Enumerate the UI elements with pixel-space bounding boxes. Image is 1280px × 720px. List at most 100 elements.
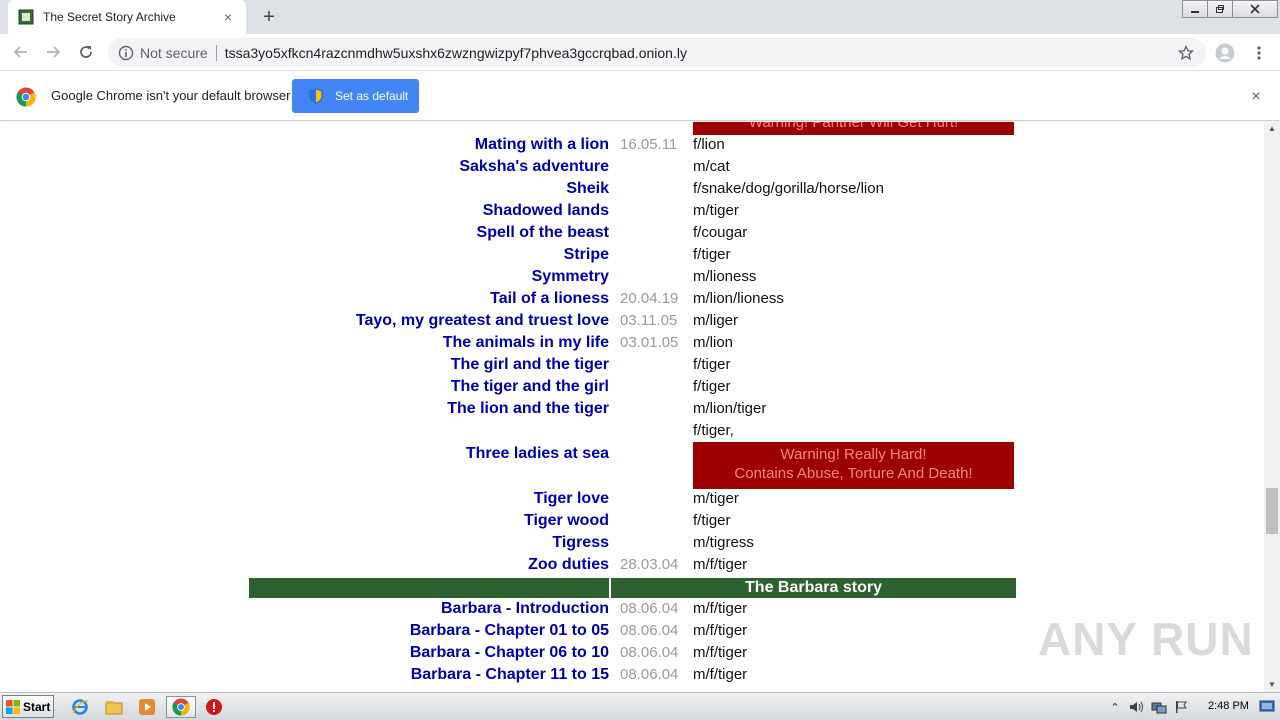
- media-player-icon[interactable]: [135, 696, 159, 718]
- story-link[interactable]: Stripe: [564, 246, 609, 264]
- table-row: Symmetry m/lioness: [0, 266, 1264, 288]
- story-link[interactable]: Sheik: [566, 180, 609, 198]
- scroll-down-icon[interactable]: ▼: [1264, 678, 1280, 692]
- story-link[interactable]: Shadowed lands: [483, 202, 609, 220]
- volume-icon[interactable]: [1128, 698, 1146, 716]
- table-row: Tail of a lioness 20.04.19 m/lion/liones…: [0, 288, 1264, 310]
- taskbar-clock[interactable]: 2:48 PM: [1208, 700, 1249, 712]
- story-link[interactable]: The girl and the tiger: [451, 356, 609, 374]
- story-link[interactable]: Barbara - Chapter 11 to 15: [411, 666, 609, 684]
- tab-strip: The Secret Story Archive × +: [0, 0, 1280, 34]
- story-link[interactable]: Spell of the beast: [477, 224, 609, 242]
- address-separator: [215, 44, 217, 61]
- back-button[interactable]: [9, 40, 33, 64]
- internet-explorer-icon[interactable]: [68, 696, 92, 718]
- story-link[interactable]: Barbara - Chapter 01 to 05: [410, 622, 609, 640]
- scroll-thumb[interactable]: [1266, 488, 1278, 534]
- bookmark-star-icon[interactable]: [1176, 43, 1196, 63]
- table-row: Three ladies at sea: [0, 443, 1264, 465]
- reload-button[interactable]: [74, 40, 98, 64]
- warning-line: Warning! Really Hard!: [780, 446, 927, 463]
- vertical-scrollbar[interactable]: ▲ ▼: [1264, 122, 1280, 692]
- set-as-default-label: Set as default: [335, 89, 409, 103]
- chrome-taskbar-icon[interactable]: [166, 696, 196, 718]
- story-link[interactable]: Tiger love: [534, 490, 609, 508]
- network-icon[interactable]: [1150, 698, 1168, 716]
- infobar-close-icon[interactable]: ×: [1246, 87, 1266, 107]
- address-bar[interactable]: Not secure tssa3yo5xfkcn4razcnmdhw5uxshx…: [108, 38, 1206, 67]
- table-row: f/tiger,: [0, 420, 1264, 442]
- forward-arrow-icon: [47, 46, 61, 58]
- start-label: Start: [23, 699, 51, 714]
- table-row: Tiger wood f/tiger: [0, 510, 1264, 532]
- table-row: The lion and the tiger m/lion/tiger: [0, 398, 1264, 420]
- story-date: 20.04.19: [620, 290, 679, 307]
- story-link[interactable]: Barbara - Introduction: [441, 600, 609, 618]
- story-link[interactable]: Tail of a lioness: [490, 290, 609, 308]
- minimize-button[interactable]: [1182, 0, 1208, 18]
- forward-button[interactable]: [41, 40, 65, 64]
- start-button[interactable]: Start: [2, 695, 54, 718]
- tray-expand-icon[interactable]: ⌃: [1106, 698, 1124, 716]
- story-date: 08.06.04: [620, 622, 679, 639]
- action-center-flag-icon[interactable]: [1172, 698, 1190, 716]
- restore-icon: [1216, 5, 1224, 13]
- story-category: m/lioness: [693, 268, 757, 285]
- scroll-up-icon[interactable]: ▲: [1264, 122, 1280, 136]
- story-category: m/f/tiger: [693, 644, 748, 661]
- story-link[interactable]: The animals in my life: [443, 334, 609, 352]
- window-controls: [1182, 0, 1278, 18]
- story-link[interactable]: Zoo duties: [528, 556, 609, 574]
- story-date: 08.06.04: [620, 644, 679, 661]
- anyrun-watermark: ANY RUN: [1038, 613, 1254, 665]
- story-link[interactable]: The tiger and the girl: [451, 378, 609, 396]
- story-category: m/f/tiger: [693, 600, 748, 617]
- browser-tab[interactable]: The Secret Story Archive ×: [8, 0, 246, 34]
- story-link[interactable]: Tigress: [552, 534, 609, 552]
- table-row: Tayo, my greatest and truest love 03.11.…: [0, 310, 1264, 332]
- stop-sign-icon[interactable]: [202, 696, 226, 718]
- table-row: Barbara - Chapter 11 to 15 08.06.04 m/f/…: [0, 664, 1264, 686]
- chrome-logo-icon: [16, 87, 36, 107]
- minimize-icon: [1191, 11, 1199, 13]
- profile-avatar-icon[interactable]: [1214, 42, 1236, 64]
- story-link[interactable]: Tiger wood: [524, 512, 609, 530]
- section-header-left: [249, 578, 609, 598]
- story-link[interactable]: Saksha's adventure: [459, 158, 609, 176]
- file-explorer-icon[interactable]: [102, 696, 126, 718]
- story-date: 08.06.04: [620, 666, 679, 683]
- table-row: Zoo duties 28.03.04 m/f/tiger: [0, 554, 1264, 576]
- table-row: Tigress m/tigress: [0, 532, 1264, 554]
- menu-kebab-icon[interactable]: [1248, 42, 1270, 64]
- table-row: Tiger love m/tiger: [0, 488, 1264, 510]
- info-icon[interactable]: [118, 45, 134, 61]
- warning-line: Contains Abuse, Torture And Death!: [734, 465, 973, 482]
- set-as-default-button[interactable]: Set as default: [292, 79, 419, 113]
- warning-banner: Warning! Really Hard! Contains Abuse, To…: [693, 442, 1014, 489]
- browser-toolbar: Not secure tssa3yo5xfkcn4razcnmdhw5uxshx…: [0, 34, 1280, 71]
- story-link[interactable]: The lion and the tiger: [447, 400, 609, 418]
- table-row: Shadowed lands m/tiger: [0, 200, 1264, 222]
- story-link[interactable]: Tayo, my greatest and truest love: [356, 312, 609, 330]
- reload-icon: [80, 46, 92, 58]
- default-browser-infobar: Google Chrome isn't your default browser…: [0, 72, 1280, 121]
- security-label: Not secure: [140, 44, 208, 61]
- windows-taskbar: Start ⌃ 2:48 PM: [0, 692, 1280, 720]
- story-link[interactable]: Three ladies at sea: [466, 445, 609, 463]
- page-content: Warning! Panther Will Get Hurt! Mating w…: [0, 122, 1264, 692]
- show-desktop-icon[interactable]: [1258, 697, 1276, 715]
- close-window-button[interactable]: [1232, 0, 1278, 18]
- story-category: f/cougar: [693, 224, 748, 241]
- story-category: f/snake/dog/gorilla/horse/lion: [693, 180, 884, 197]
- story-date: 28.03.04: [620, 556, 679, 573]
- section-title: The Barbara story: [611, 578, 1016, 598]
- story-link[interactable]: Mating with a lion: [475, 136, 609, 154]
- new-tab-button[interactable]: +: [258, 6, 280, 28]
- story-link[interactable]: Barbara - Chapter 06 to 10: [410, 644, 609, 662]
- table-row: Stripe f/tiger: [0, 244, 1264, 266]
- url-text[interactable]: tssa3yo5xfkcn4razcnmdhw5uxshx6zwzngwizpy…: [225, 45, 1176, 61]
- story-category: m/f/tiger: [693, 556, 748, 573]
- tab-close-icon[interactable]: ×: [220, 9, 236, 25]
- story-link[interactable]: Symmetry: [532, 268, 609, 286]
- restore-button[interactable]: [1207, 0, 1233, 18]
